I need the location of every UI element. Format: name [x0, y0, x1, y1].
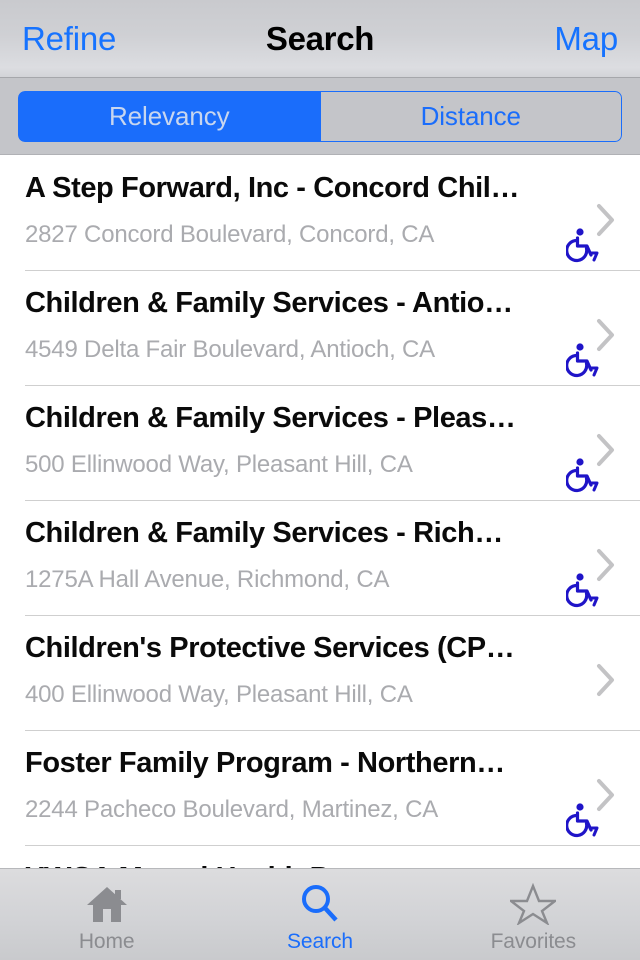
- table-row[interactable]: Children & Family Services - Rich… 1275A …: [0, 500, 640, 615]
- segment-relevancy[interactable]: Relevancy: [18, 90, 320, 142]
- tab-favorites[interactable]: Favorites: [427, 869, 640, 960]
- table-row[interactable]: Children's Protective Services (CP… 400 E…: [0, 615, 640, 730]
- row-address: 500 Ellinwood Way, Pleasant Hill, CA: [25, 451, 413, 478]
- map-button[interactable]: Map: [554, 20, 618, 58]
- search-icon: [298, 882, 342, 926]
- wheelchair-accessible-icon: [566, 572, 602, 608]
- tab-home-label: Home: [78, 929, 135, 953]
- table-row[interactable]: Foster Family Program - Northern… 2244 Pa…: [0, 730, 640, 845]
- table-row[interactable]: Children & Family Services - Pleas… 500 E…: [0, 385, 640, 500]
- tab-search-label: Search: [287, 929, 353, 953]
- row-address: 2244 Pacheco Boulevard, Martinez, CA: [25, 796, 439, 823]
- row-title: A Step Forward, Inc - Concord Chil…: [25, 172, 520, 204]
- table-row[interactable]: Children & Family Services - Antio… 4549 …: [0, 270, 640, 385]
- star-icon: [510, 882, 557, 926]
- wheelchair-accessible-icon: [566, 342, 602, 378]
- row-address: 1275A Hall Avenue, Richmond, CA: [25, 566, 390, 593]
- row-title: Children & Family Services - Pleas…: [25, 402, 516, 434]
- tab-favorites-label: Favorites: [490, 929, 577, 953]
- sort-bar: Relevancy Distance: [0, 78, 640, 155]
- row-address: 4549 Delta Fair Boulevard, Antioch, CA: [25, 336, 435, 363]
- row-title: Children & Family Services - Antio…: [25, 287, 513, 319]
- refine-button[interactable]: Refine: [22, 20, 116, 58]
- table-row[interactable]: A Step Forward, Inc - Concord Chil… 2827 …: [0, 155, 640, 270]
- row-address: 2827 Concord Boulevard, Concord, CA: [25, 221, 435, 248]
- chevron-right-icon: [596, 663, 616, 697]
- home-icon: [85, 882, 129, 926]
- sort-segmented-control[interactable]: Relevancy Distance: [18, 90, 622, 142]
- wheelchair-accessible-icon: [566, 227, 602, 263]
- row-title: Foster Family Program - Northern…: [25, 747, 505, 779]
- navigation-bar: Refine Search Map: [0, 0, 640, 78]
- search-results-list[interactable]: A Step Forward, Inc - Concord Chil… 2827 …: [0, 155, 640, 868]
- wheelchair-accessible-icon: [566, 457, 602, 493]
- app-root: Refine Search Map Relevancy Distance A S…: [0, 0, 640, 960]
- row-title: Children & Family Services - Rich…: [25, 517, 503, 549]
- tab-search[interactable]: Search: [213, 869, 426, 960]
- row-title: Children's Protective Services (CP…: [25, 632, 515, 664]
- row-address: 400 Ellinwood Way, Pleasant Hill, CA: [25, 681, 413, 708]
- wheelchair-accessible-icon: [566, 802, 602, 838]
- table-row[interactable]: YWCA Mental Health Program: [0, 845, 640, 868]
- segment-distance[interactable]: Distance: [319, 90, 622, 142]
- tab-home[interactable]: Home: [0, 869, 213, 960]
- tab-bar: Home Search Favorites: [0, 868, 640, 960]
